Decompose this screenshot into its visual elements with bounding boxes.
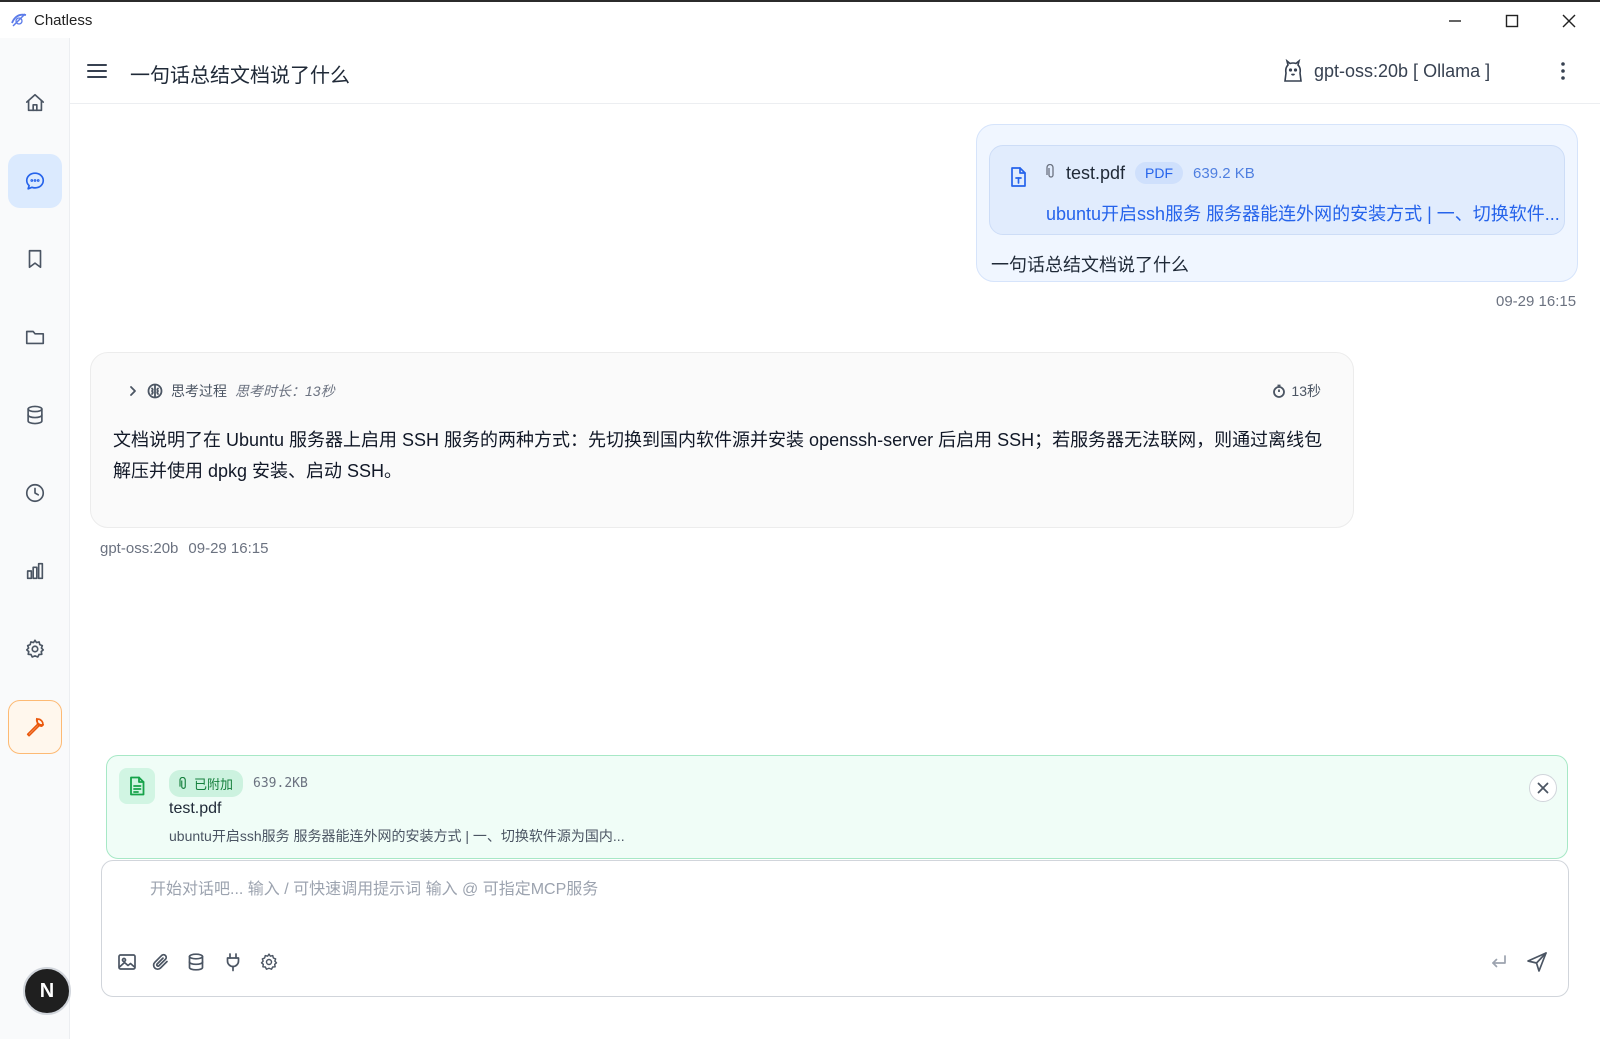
nav-settings[interactable] [8,622,62,676]
chat-icon [25,172,45,190]
minimize-icon [1449,20,1461,22]
message-input[interactable] [150,875,1530,915]
thinking-label: 思考过程 [171,383,227,399]
nav-files[interactable] [8,310,62,364]
maximize-icon [1505,14,1519,28]
image-icon [118,954,136,970]
message-attachment-card[interactable]: test.pdf PDF 639.2 KB ubuntu开启ssh服务 服务器能… [989,145,1565,235]
newline-button[interactable] [1486,949,1512,975]
folder-icon [25,330,45,345]
plug-icon [226,953,240,972]
thinking-duration: 思考时长：13秒 [235,383,335,399]
hamburger-icon [87,64,107,78]
bookmark-icon [28,249,42,269]
brain-icon [147,383,163,399]
mcp-plugin-button[interactable] [220,949,246,975]
document-icon [119,768,155,804]
attach-file-button[interactable] [148,949,174,975]
enter-icon [1492,955,1506,968]
assistant-model-name: gpt-oss:20b [100,540,179,557]
file-size: 639.2 KB [1193,164,1255,182]
more-options-button[interactable] [1550,58,1576,84]
remove-attachment-button[interactable] [1529,774,1557,802]
assistant-message-text: 文档说明了在 Ubuntu 服务器上启用 SSH 服务的两种方式：先切换到国内软… [113,430,1323,481]
paperclip-icon [179,776,186,789]
send-icon [1527,952,1547,972]
gear-icon [260,953,278,970]
bar-chart-icon [26,562,44,580]
attachment-filename: test.pdf [1066,162,1126,183]
ollama-llama-icon [1284,59,1302,82]
attached-filename: test.pdf [169,800,222,817]
file-type-badge: PDF [1135,162,1184,184]
user-message-bubble: test.pdf PDF 639.2 KB ubuntu开启ssh服务 服务器能… [976,124,1578,282]
chevron-right-icon [130,386,136,396]
assistant-message-bubble: 思考过程 思考时长：13秒 13秒 文档说明了在 Ubuntu 服务器上启用 S… [90,352,1354,528]
model-selector[interactable]: gpt-oss:20b [ Ollama ] [1282,56,1490,86]
chat-settings-button[interactable] [256,949,282,975]
gear-icon [25,639,45,658]
user-avatar[interactable]: N [23,967,71,1015]
minimize-button[interactable] [1427,2,1483,40]
nav-tools[interactable] [8,700,62,754]
upload-image-button[interactable] [114,949,140,975]
conversation-title: 一句话总结文档说了什么 [130,65,350,87]
user-message-time: 09-29 16:15 [1496,293,1577,310]
maximize-button[interactable] [1484,2,1540,40]
assistant-message-time: 09-29 16:15 [188,540,269,557]
thinking-toggle[interactable]: 思考过程 思考时长：13秒 [127,381,335,401]
attachment-description: ubuntu开启ssh服务 服务器能连外网的安装方式 | 一、切换软件... [1046,204,1560,224]
pdf-file-icon [1008,166,1028,193]
home-icon [25,93,45,112]
nav-history[interactable] [8,466,62,520]
knowledge-base-button[interactable] [183,949,209,975]
paperclip-icon [1046,163,1056,183]
attached-file-size: 639.2KB [253,776,308,791]
chat-input-box [101,860,1569,997]
database-icon [27,405,43,425]
close-icon [1562,14,1576,28]
wrench-icon [26,717,45,737]
chat-header: 一句话总结文档说了什么 gpt-oss:20b [ Ollama ] [70,38,1600,104]
app-logo-icon [10,11,28,29]
response-elapsed: 13秒 [1272,381,1321,401]
assistant-message-meta: gpt-oss:20b 09-29 16:15 [100,540,268,557]
send-button[interactable] [1524,949,1550,975]
menu-button[interactable] [84,58,110,84]
close-window-button[interactable] [1541,2,1597,40]
model-name: gpt-oss:20b [ Ollama ] [1314,60,1491,81]
nav-knowledge-base[interactable] [8,388,62,442]
nav-analytics[interactable] [8,544,62,598]
nav-bookmarks[interactable] [8,232,62,286]
user-message-text: 一句话总结文档说了什么 [991,255,1189,275]
timer-icon [1273,384,1286,398]
close-icon [1537,782,1549,794]
attached-file-description: ubuntu开启ssh服务 服务器能连外网的安装方式 | 一、切换软件源为国内.… [169,828,625,844]
nav-home[interactable] [8,76,62,130]
sidebar: N [0,38,71,1039]
more-vertical-icon [1561,62,1565,80]
elapsed-time: 13秒 [1291,383,1321,399]
nav-chat[interactable] [8,154,62,208]
app-title: Chatless [34,12,93,29]
attached-badge: 已附加 [169,770,244,797]
history-icon [25,483,45,503]
attached-badge-label: 已附加 [194,777,234,792]
paperclip-icon [152,953,168,971]
database-icon [188,953,204,971]
title-bar: Chatless [0,0,1600,38]
attached-file-panel: 已附加 639.2KB test.pdf ubuntu开启ssh服务 服务器能连… [106,755,1568,859]
